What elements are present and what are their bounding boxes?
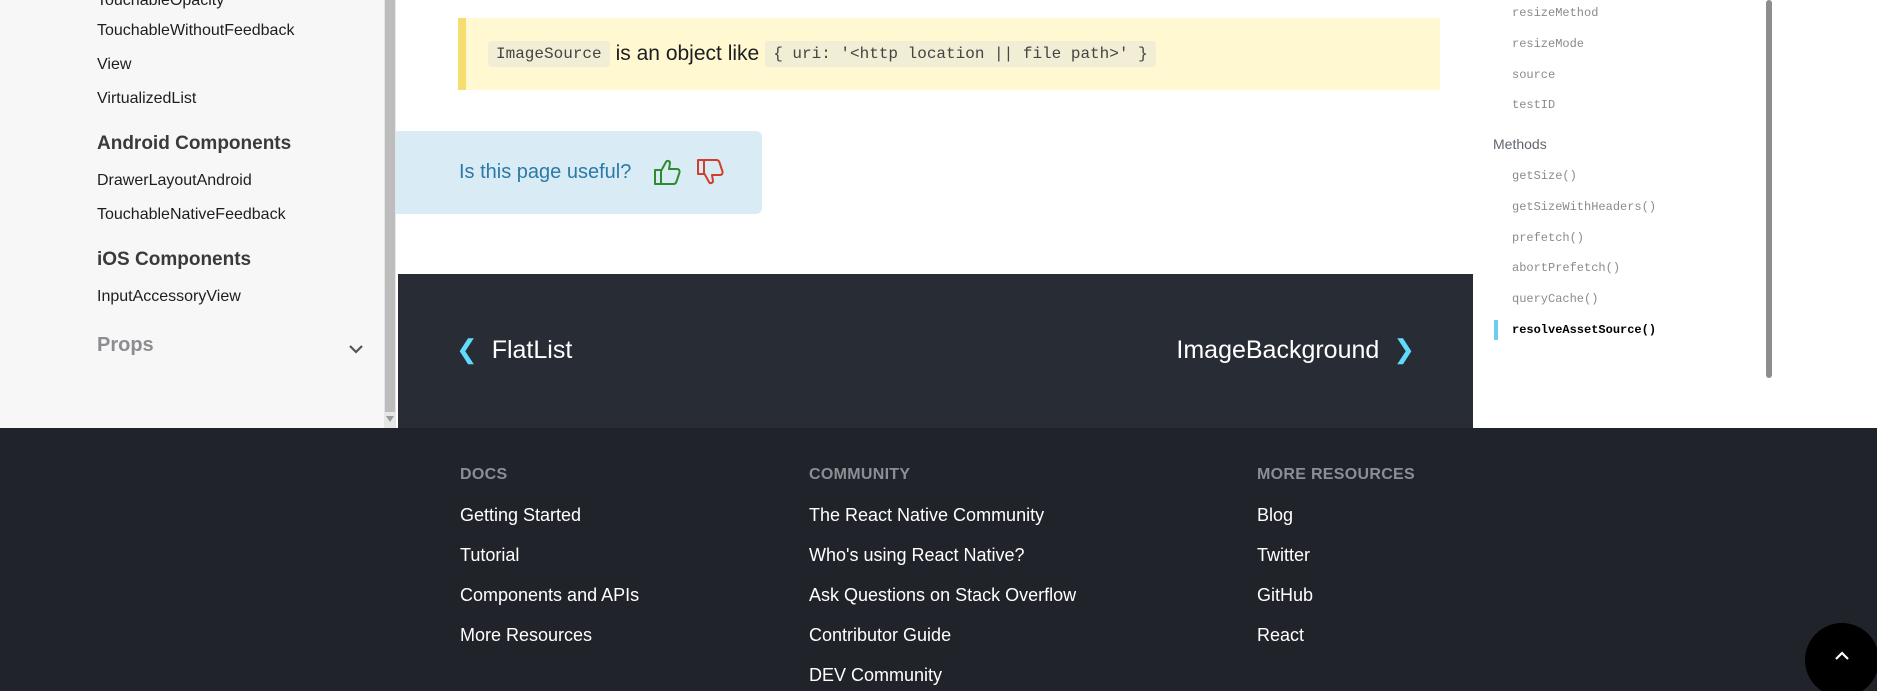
toc-item-testid[interactable]: testID: [1512, 98, 1555, 112]
sidebar-props-toggle[interactable]: Props: [97, 334, 154, 357]
footer-link-twitter[interactable]: Twitter: [1257, 545, 1310, 566]
next-page-label: ImageBackground: [1176, 336, 1380, 364]
footer-heading-more-resources: MORE RESOURCES: [1257, 466, 1415, 483]
thumbs-up-icon[interactable]: [651, 156, 683, 188]
chevron-right-icon: ❯: [1393, 334, 1415, 364]
code-uri-example: { uri: '<http location || file path>' }: [765, 41, 1156, 67]
sidebar-link-touchablewithoutfeedback[interactable]: TouchableWithoutFeedback: [97, 22, 294, 40]
toc-item-resizemode[interactable]: resizeMode: [1512, 37, 1584, 51]
toc-section-methods[interactable]: Methods: [1493, 136, 1547, 152]
sidebar-scrollbar-thumb[interactable]: [385, 0, 395, 412]
footer-link-dev-community[interactable]: DEV Community: [809, 665, 942, 686]
feedback-question: Is this page useful?: [459, 161, 632, 183]
sidebar-heading-ios: iOS Components: [97, 249, 252, 270]
sidebar-link-touchablenativefeedback[interactable]: TouchableNativeFeedback: [97, 206, 286, 224]
feedback-box: Is this page useful?: [396, 131, 762, 214]
footer-link-stack-overflow[interactable]: Ask Questions on Stack Overflow: [809, 585, 1076, 606]
chevron-left-icon: ❮: [456, 334, 478, 364]
footer-link-more-resources[interactable]: More Resources: [460, 625, 592, 646]
footer-link-react[interactable]: React: [1257, 625, 1304, 646]
sidebar-link-drawerlayoutandroid[interactable]: DrawerLayoutAndroid: [97, 172, 252, 190]
thumbs-down-icon[interactable]: [694, 156, 726, 188]
arrow-up-icon: [1835, 651, 1849, 660]
footer-heading-community: COMMUNITY: [809, 466, 911, 483]
toc-scrollbar[interactable]: [1766, 0, 1772, 378]
callout-text: is an object like: [615, 42, 760, 65]
footer-link-components-apis[interactable]: Components and APIs: [460, 585, 639, 606]
next-page-link[interactable]: ImageBackground ❯: [1176, 334, 1415, 365]
footer-link-tutorial[interactable]: Tutorial: [460, 545, 519, 566]
toc-item-abortprefetch[interactable]: abortPrefetch(): [1512, 261, 1620, 275]
main-content: ImageSource is an object like { uri: '<h…: [396, 0, 1474, 274]
toc-item-querycache[interactable]: queryCache(): [1512, 292, 1598, 306]
previous-page-link[interactable]: ❮ FlatList: [456, 334, 572, 365]
chevron-down-icon[interactable]: [345, 338, 367, 360]
doc-pager: ❮ FlatList ImageBackground ❯: [398, 274, 1473, 428]
footer-link-whos-using[interactable]: Who's using React Native?: [809, 545, 1025, 566]
table-of-contents: resizeMethod resizeMode source testID Me…: [1474, 0, 1877, 428]
code-image-source: ImageSource: [488, 41, 610, 67]
info-callout: ImageSource is an object like { uri: '<h…: [458, 18, 1440, 90]
footer-link-contributor-guide[interactable]: Contributor Guide: [809, 625, 951, 646]
sidebar-link-inputaccessoryview[interactable]: InputAccessoryView: [97, 288, 241, 306]
sidebar-heading-android: Android Components: [97, 133, 292, 154]
sidebar-link-virtualizedlist[interactable]: VirtualizedList: [97, 90, 196, 108]
toc-item-getsizewithheaders[interactable]: getSizeWithHeaders(): [1512, 200, 1656, 214]
sidebar-link-view[interactable]: View: [97, 56, 131, 74]
toc-active-indicator: [1494, 320, 1498, 340]
docs-sidebar: TouchableOpacity TouchableWithoutFeedbac…: [0, 0, 384, 428]
footer-heading-docs: DOCS: [460, 466, 508, 483]
previous-page-label: FlatList: [491, 336, 573, 364]
footer-link-blog[interactable]: Blog: [1257, 505, 1293, 526]
toc-item-resolveassetsource[interactable]: resolveAssetSource(): [1512, 323, 1656, 337]
toc-item-resizemethod[interactable]: resizeMethod: [1512, 6, 1598, 20]
toc-item-prefetch[interactable]: prefetch(): [1512, 231, 1584, 245]
toc-item-source[interactable]: source: [1512, 68, 1555, 82]
scroll-down-arrow-icon[interactable]: [386, 416, 394, 422]
back-to-top-button[interactable]: [1805, 623, 1877, 691]
site-footer: DOCS Getting Started Tutorial Components…: [0, 428, 1877, 691]
footer-link-community[interactable]: The React Native Community: [809, 505, 1044, 526]
sidebar-link-touchableopacity[interactable]: TouchableOpacity: [97, 0, 224, 10]
footer-link-getting-started[interactable]: Getting Started: [460, 505, 581, 526]
footer-link-github[interactable]: GitHub: [1257, 585, 1313, 606]
toc-item-getsize[interactable]: getSize(): [1512, 169, 1577, 183]
sidebar-scrollbar[interactable]: [384, 0, 396, 428]
